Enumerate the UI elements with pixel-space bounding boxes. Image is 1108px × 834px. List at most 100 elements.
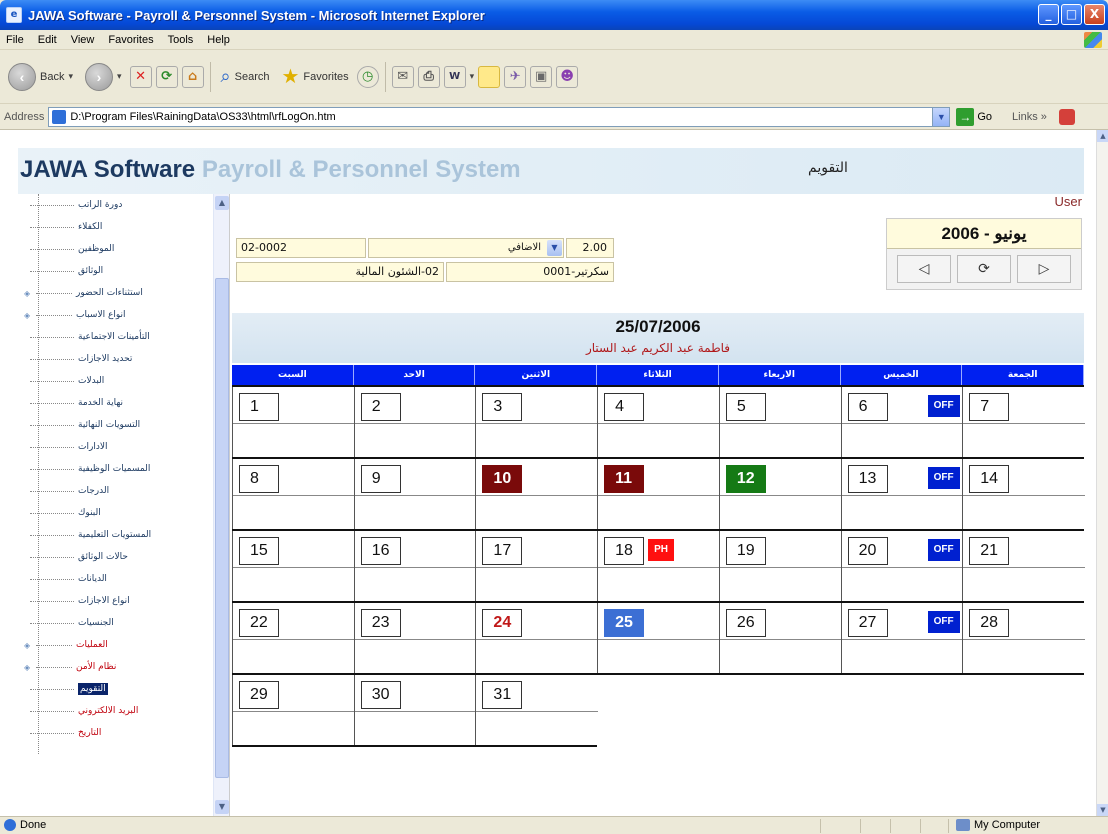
sidebar-item[interactable]: ◈ العمليات bbox=[18, 636, 108, 654]
menu-help[interactable]: Help bbox=[201, 34, 238, 46]
calendar-day-cell[interactable]: 1 bbox=[232, 387, 355, 459]
day-number[interactable]: 5 bbox=[725, 393, 766, 421]
calendar-day-cell[interactable]: 15 bbox=[232, 531, 355, 603]
sidebar-item[interactable]: ◈ نظام الأمن bbox=[18, 658, 116, 676]
sidebar-item[interactable]: حالات الوثائق bbox=[30, 548, 128, 566]
sidebar-item[interactable]: التسويات النهائية bbox=[30, 416, 140, 434]
research-icon[interactable]: ▣ bbox=[530, 65, 553, 88]
address-input[interactable]: D:\Program Files\RainingData\OS33\html\r… bbox=[48, 106, 951, 127]
next-month-button[interactable]: ▷ bbox=[1017, 255, 1071, 283]
sidebar-item[interactable]: الوثائق bbox=[30, 262, 103, 280]
calendar-day-cell[interactable]: 6 OFF bbox=[840, 387, 964, 459]
sidebar-item[interactable]: البدلات bbox=[30, 372, 104, 390]
tree-expand-icon[interactable]: ◈ bbox=[24, 289, 34, 298]
calendar-day-cell[interactable]: 21 bbox=[962, 531, 1085, 603]
calendar-day-cell[interactable]: 3 bbox=[475, 387, 599, 459]
day-number[interactable]: 9 bbox=[360, 465, 401, 493]
calendar-day-cell[interactable]: 5 bbox=[718, 387, 842, 459]
sidebar-item[interactable]: الكفلاء bbox=[30, 218, 102, 236]
calendar-day-cell[interactable]: 12 bbox=[718, 459, 842, 531]
scroll-up-icon[interactable]: ▲ bbox=[1097, 130, 1108, 142]
day-number[interactable]: 14 bbox=[969, 465, 1010, 493]
sidebar-item[interactable]: الدرجات bbox=[30, 482, 109, 500]
page-scrollbar[interactable]: ▲ ▼ bbox=[1096, 130, 1108, 816]
calendar-day-cell[interactable]: 16 bbox=[353, 531, 477, 603]
sidebar-item[interactable]: ◈ استثناءات الحضور bbox=[18, 284, 143, 302]
sidebar-item[interactable]: الادارات bbox=[30, 438, 107, 456]
tree-expand-icon[interactable]: ◈ bbox=[24, 641, 34, 650]
day-number[interactable]: 21 bbox=[969, 537, 1010, 565]
menu-file[interactable]: File bbox=[0, 34, 32, 46]
search-button[interactable]: ⌕ Search bbox=[217, 59, 274, 95]
scroll-down-icon[interactable]: ▼ bbox=[215, 800, 229, 814]
day-number[interactable]: 4 bbox=[604, 393, 645, 421]
mail-icon[interactable]: ✉ bbox=[391, 65, 414, 88]
links-button[interactable]: Links » bbox=[1012, 111, 1047, 123]
day-number[interactable]: 29 bbox=[239, 681, 279, 709]
sidebar-item[interactable]: البنوك bbox=[30, 504, 101, 522]
day-number[interactable]: 8 bbox=[239, 465, 279, 493]
calendar-day-cell[interactable]: 8 bbox=[232, 459, 355, 531]
position-field[interactable]: سكرتير-0001 bbox=[446, 262, 614, 282]
minimize-button[interactable]: _ bbox=[1038, 4, 1059, 25]
calendar-day-cell[interactable]: 17 bbox=[475, 531, 599, 603]
print-icon[interactable]: ⎙ bbox=[417, 65, 440, 88]
chevron-down-icon[interactable]: ▾ bbox=[470, 72, 475, 82]
stop-icon[interactable]: ✕ bbox=[129, 65, 152, 88]
calendar-day-cell[interactable]: 2 bbox=[353, 387, 477, 459]
chevron-down-icon[interactable]: ▼ bbox=[547, 240, 562, 256]
day-number[interactable]: 23 bbox=[360, 609, 401, 637]
sidebar-item[interactable]: انواع الاجازات bbox=[30, 592, 130, 610]
calendar-day-cell[interactable]: 13 OFF bbox=[840, 459, 964, 531]
sidebar-item[interactable]: التقويم bbox=[30, 680, 108, 698]
menu-edit[interactable]: Edit bbox=[32, 34, 65, 46]
day-number[interactable]: 24 bbox=[482, 609, 523, 637]
day-number[interactable]: 2 bbox=[360, 393, 401, 421]
sidebar-scrollbar[interactable]: ▲ ▼ bbox=[213, 194, 229, 816]
day-number[interactable]: 16 bbox=[360, 537, 401, 565]
calendar-day-cell[interactable]: 29 bbox=[232, 675, 355, 747]
calendar-day-cell[interactable]: 18 PH bbox=[597, 531, 720, 603]
calendar-day-cell[interactable]: 24 bbox=[475, 603, 599, 675]
sidebar-item[interactable]: ◈ انواع الاسباب bbox=[18, 306, 126, 324]
favorites-button[interactable]: ★ Favorites bbox=[277, 59, 352, 95]
calendar-day-cell[interactable]: 20 OFF bbox=[840, 531, 964, 603]
calendar-day-cell[interactable]: 31 bbox=[475, 675, 599, 747]
sidebar-item[interactable]: دورة الراتب bbox=[30, 196, 122, 214]
sidebar-item[interactable]: الموظفين bbox=[30, 240, 114, 258]
calendar-day-cell[interactable]: 10 bbox=[475, 459, 599, 531]
back-button[interactable]: ‹ Back ▾ bbox=[4, 59, 77, 95]
calendar-day-cell[interactable]: 19 bbox=[718, 531, 842, 603]
menu-favorites[interactable]: Favorites bbox=[102, 34, 161, 46]
note-icon[interactable] bbox=[478, 65, 501, 88]
tree-expand-icon[interactable]: ◈ bbox=[24, 663, 34, 672]
refresh-icon[interactable]: ⟳ bbox=[155, 65, 178, 88]
calendar-day-cell[interactable]: 26 bbox=[718, 603, 842, 675]
scroll-thumb[interactable] bbox=[215, 278, 229, 778]
sidebar-item[interactable]: التأمينات الاجتماعية bbox=[30, 328, 150, 346]
sidebar-item[interactable]: المستويات التعليمية bbox=[30, 526, 151, 544]
menu-view[interactable]: View bbox=[65, 34, 103, 46]
type-select[interactable]: الاضافي ▼ bbox=[368, 238, 564, 258]
calendar-day-cell[interactable]: 25 bbox=[597, 603, 720, 675]
messenger-icon[interactable]: ✈ bbox=[504, 65, 527, 88]
refresh-month-button[interactable]: ⟳ bbox=[957, 255, 1011, 283]
prev-month-button[interactable]: ◁ bbox=[897, 255, 951, 283]
day-number[interactable]: 28 bbox=[969, 609, 1010, 637]
go-button[interactable]: → Go bbox=[956, 107, 992, 126]
day-number[interactable]: 20 bbox=[847, 537, 888, 565]
history-icon[interactable]: ◷ bbox=[356, 65, 379, 88]
department-field[interactable]: 02-الشئون المالية bbox=[236, 262, 444, 282]
day-number[interactable]: 10 bbox=[482, 465, 523, 493]
sidebar-item[interactable]: نهاية الخدمة bbox=[30, 394, 123, 412]
employee-code-field[interactable]: 02-0002 bbox=[236, 238, 366, 258]
day-number[interactable]: 18 bbox=[604, 537, 645, 565]
day-number[interactable]: 26 bbox=[725, 609, 766, 637]
day-number[interactable]: 15 bbox=[239, 537, 279, 565]
day-number[interactable]: 7 bbox=[969, 393, 1010, 421]
scroll-down-icon[interactable]: ▼ bbox=[1097, 804, 1108, 816]
day-number[interactable]: 13 bbox=[847, 465, 888, 493]
close-button[interactable]: X bbox=[1084, 4, 1105, 25]
day-number[interactable]: 30 bbox=[360, 681, 401, 709]
day-number[interactable]: 11 bbox=[604, 465, 645, 493]
